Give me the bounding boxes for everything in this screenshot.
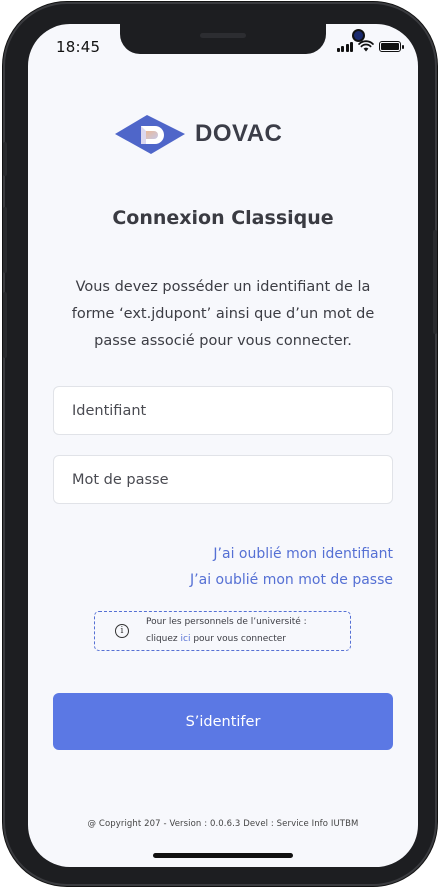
screen: 18:45 DOVAC Connexion Classique Vous dev… [28,24,418,867]
password-input[interactable] [72,471,374,488]
staff-login-notice: i Pour les personnels de l’université : … [94,611,351,651]
status-time: 18:45 [56,38,101,56]
notch [120,24,363,54]
staff-notice-text: Pour les personnels de l’université : cl… [146,614,307,648]
wifi-icon [358,40,374,52]
forgot-username-link[interactable]: J’ai oublié mon identifiant [190,541,393,567]
brand-logo: DOVAC [113,112,282,156]
brand-name: DOVAC [195,120,283,147]
password-field[interactable] [53,455,393,504]
login-instructions: Vous devez posséder un identifiant de la… [71,279,375,349]
silent-switch [3,142,7,176]
staff-notice-suffix: pour vous connecter [190,634,286,644]
username-input[interactable] [72,402,374,419]
volume-up-button [3,207,7,273]
status-icons [336,40,404,52]
staff-notice-line2: cliquez ici pour vous connecter [146,631,307,648]
submit-button[interactable]: S’identifer [53,693,393,750]
phone-frame: 18:45 DOVAC Connexion Classique Vous dev… [3,2,437,886]
recovery-links: J’ai oublié mon identifiant J’ai oublié … [190,541,393,593]
forgot-password-link[interactable]: J’ai oublié mon mot de passe [190,567,393,593]
dovac-logo-icon [115,115,185,154]
page-title: Connexion Classique [112,207,334,229]
staff-login-link[interactable]: ici [181,634,191,644]
front-camera [354,31,363,40]
speaker [200,33,246,38]
footer-copyright: @ Copyright 207 - Version : 0.0.6.3 Deve… [87,819,359,829]
battery-icon [379,40,404,52]
home-indicator[interactable] [153,853,293,858]
volume-down-button [3,292,7,358]
staff-notice-line1: Pour les personnels de l’université : [146,617,307,627]
staff-notice-prefix: cliquez [146,634,181,644]
signal-icon [336,41,353,52]
info-icon: i [115,624,129,638]
username-field[interactable] [53,386,393,435]
power-button [433,230,437,334]
